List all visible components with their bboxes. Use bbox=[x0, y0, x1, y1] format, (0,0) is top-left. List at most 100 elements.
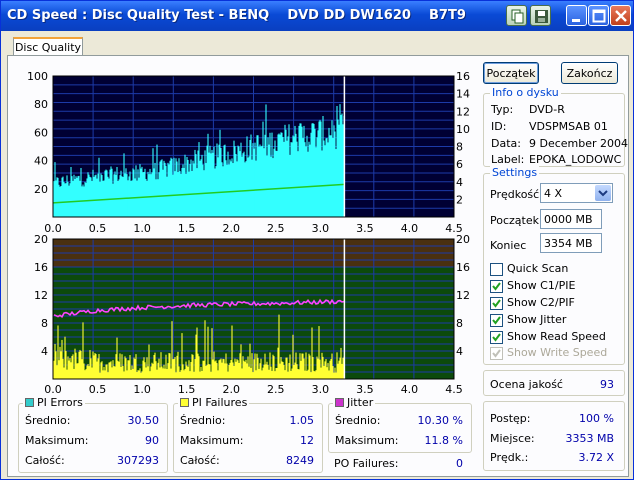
quick-scan-checkbox[interactable] bbox=[490, 263, 503, 276]
speed-select-value: 4 X bbox=[544, 187, 563, 200]
disc-info-title: Info o dysku bbox=[490, 86, 561, 99]
tab-disc-quality[interactable]: Disc Quality bbox=[13, 37, 83, 56]
pi-failures-total-value: 8249 bbox=[286, 454, 314, 467]
jitter-avg-label: Średnio: bbox=[335, 414, 381, 427]
pi-errors-avg-value: 30.50 bbox=[127, 414, 160, 427]
chart1-x-tick-label: 2.5 bbox=[267, 222, 285, 235]
pi-failures-max-value: 12 bbox=[300, 434, 314, 447]
show-jitter-checkbox[interactable] bbox=[490, 314, 503, 327]
pi-errors-group: PI Errors Średnio: 30.50 Maksimum: 90 Ca… bbox=[18, 396, 168, 473]
chart1-x-tick-label: 0.5 bbox=[89, 222, 107, 235]
chart2-y2-tick-label: 20 bbox=[456, 233, 470, 246]
position-value: 3353 MB bbox=[565, 432, 614, 445]
jitter-group: Jitter Średnio: 10.30 % Maksimum: 11.8 % bbox=[328, 396, 472, 453]
show-read-speed-checkbox[interactable] bbox=[490, 331, 503, 344]
jitter-max-value: 11.8 % bbox=[424, 434, 463, 447]
settings-title: Settings bbox=[490, 166, 540, 179]
chart1-y-tick-label: 100 bbox=[27, 70, 48, 83]
chart1-y2-tick-label: 16 bbox=[456, 70, 470, 83]
chart1-x-tick-label: 1.5 bbox=[178, 222, 196, 235]
show-c2-pif-checkbox[interactable] bbox=[490, 297, 503, 310]
chart1-y2-tick-label: 6 bbox=[456, 158, 463, 171]
settings-group: Settings Prędkość 4 X Początek 0000 MB K… bbox=[483, 166, 625, 365]
minimize-icon[interactable] bbox=[566, 5, 587, 26]
po-failures-value: 0 bbox=[456, 457, 463, 470]
end-mb-label: Koniec bbox=[490, 239, 527, 252]
chart2-x-tick-label: 1.0 bbox=[133, 383, 151, 396]
pi-errors-max-label: Maksimum: bbox=[25, 434, 89, 447]
chart2-x-tick-label: 3.0 bbox=[312, 383, 330, 396]
chart2-y-tick-label: 20 bbox=[34, 233, 48, 246]
show-jitter-label: Show Jitter bbox=[507, 313, 567, 326]
start-button[interactable]: Początek bbox=[483, 62, 539, 84]
quick-scan-label: Quick Scan bbox=[507, 262, 569, 275]
pi-errors-title: PI Errors bbox=[23, 396, 85, 409]
stop-button[interactable]: Zakończ bbox=[561, 62, 618, 84]
pi-errors-avg-label: Średnio: bbox=[25, 414, 71, 427]
chart1-y-tick-label: 80 bbox=[34, 98, 48, 111]
chart2-x-tick-label: 0.0 bbox=[44, 383, 62, 396]
chart2-x-tick-label: 4.5 bbox=[445, 383, 463, 396]
speed-label: Prędkość bbox=[490, 188, 540, 201]
chart1-y2-tick-label: 2 bbox=[456, 193, 463, 206]
copy-icon[interactable] bbox=[506, 5, 527, 26]
chart2-y-tick-label: 4 bbox=[41, 345, 48, 358]
progress-label: Postęp: bbox=[490, 412, 531, 425]
chart2-x-tick-label: 0.5 bbox=[89, 383, 107, 396]
pi-errors-total-label: Całość: bbox=[25, 454, 65, 467]
start-mb-input[interactable]: 0000 MB bbox=[540, 209, 602, 229]
disc-date-value: 9 December 2004 bbox=[529, 137, 629, 150]
disc-date-label: Data: bbox=[491, 137, 521, 150]
chart1-y2-tick-label: 10 bbox=[456, 123, 470, 136]
pi-errors-swatch bbox=[25, 398, 34, 407]
progress-value: 100 % bbox=[579, 412, 614, 425]
start-mb-label: Początek bbox=[490, 214, 539, 227]
show-c1-pie-label: Show C1/PIE bbox=[507, 279, 576, 292]
progress-group: Postęp: 100 % Miejsce: 3353 MB Prędk.: 3… bbox=[483, 401, 625, 471]
chart2-x-tick-label: 1.5 bbox=[178, 383, 196, 396]
close-icon[interactable] bbox=[610, 5, 631, 26]
show-write-speed-checkbox bbox=[490, 347, 503, 360]
disc-type-label: Typ: bbox=[491, 103, 514, 116]
pi-failures-max-label: Maksimum: bbox=[180, 434, 244, 447]
cd-speed-window: CD Speed : Disc Quality Test - BENQ DVD … bbox=[0, 0, 634, 480]
quality-score-value: 93 bbox=[600, 378, 614, 391]
chart2-x-tick-label: 3.5 bbox=[356, 383, 374, 396]
title-bar[interactable]: CD Speed : Disc Quality Test - BENQ DVD … bbox=[1, 1, 633, 31]
disc-info-group: Info o dysku Typ: DVD-R ID: VDSPMSAB 01 … bbox=[483, 86, 629, 167]
chart1-y-tick-label: 40 bbox=[34, 155, 48, 168]
disc-label-value: EPOKA_LODOWC bbox=[529, 153, 622, 166]
chart1-y-tick-label: 20 bbox=[34, 183, 48, 196]
jitter-title-text: Jitter bbox=[347, 396, 374, 409]
disc-type-value: DVD-R bbox=[529, 103, 565, 116]
pi-failures-title-text: PI Failures bbox=[192, 396, 248, 409]
disc-id-label: ID: bbox=[491, 120, 507, 133]
chart2-y-tick-label: 12 bbox=[34, 289, 48, 302]
po-failures-label: PO Failures: bbox=[334, 457, 399, 470]
speed-select[interactable]: 4 X bbox=[540, 183, 613, 203]
chart2-y2-tick-label: 12 bbox=[456, 289, 470, 302]
chevron-down-icon bbox=[595, 185, 611, 201]
pi-failures-avg-value: 1.05 bbox=[289, 414, 315, 427]
chart1-y-tick-label: 60 bbox=[34, 126, 48, 139]
chart2-y-tick-label: 8 bbox=[41, 317, 48, 330]
chart1-y2-tick-label: 8 bbox=[456, 141, 463, 154]
maximize-icon[interactable] bbox=[588, 5, 609, 26]
save-icon[interactable] bbox=[530, 5, 551, 26]
end-mb-input[interactable]: 3354 MB bbox=[540, 233, 602, 253]
jitter-max-label: Maksimum: bbox=[335, 434, 399, 447]
show-c1-pie-checkbox[interactable] bbox=[490, 280, 503, 293]
chart2-x-tick-label: 2.0 bbox=[222, 383, 240, 396]
disc-quality-panel: 20 40 60 80 100 2 4 6 8 10 12 14 16 0.0 0.5 1.0 1.5 2.0 2.… bbox=[7, 55, 629, 477]
chart1-x-tick-label: 1.0 bbox=[133, 222, 151, 235]
pi-errors-total-value: 307293 bbox=[117, 454, 159, 467]
speed-readout-label: Prędk.: bbox=[490, 451, 529, 464]
position-label: Miejsce: bbox=[490, 432, 535, 445]
chart2-x-tick-label: 2.5 bbox=[267, 383, 285, 396]
chart1-x-tick-label: 3.5 bbox=[356, 222, 374, 235]
pi-errors-title-text: PI Errors bbox=[37, 396, 83, 409]
jitter-avg-value: 10.30 % bbox=[417, 414, 463, 427]
show-write-speed-label: Show Write Speed bbox=[507, 346, 608, 359]
chart2-y2-tick-label: 4 bbox=[456, 345, 463, 358]
pi-failures-group: PI Failures Średnio: 1.05 Maksimum: 12 C… bbox=[173, 396, 323, 473]
